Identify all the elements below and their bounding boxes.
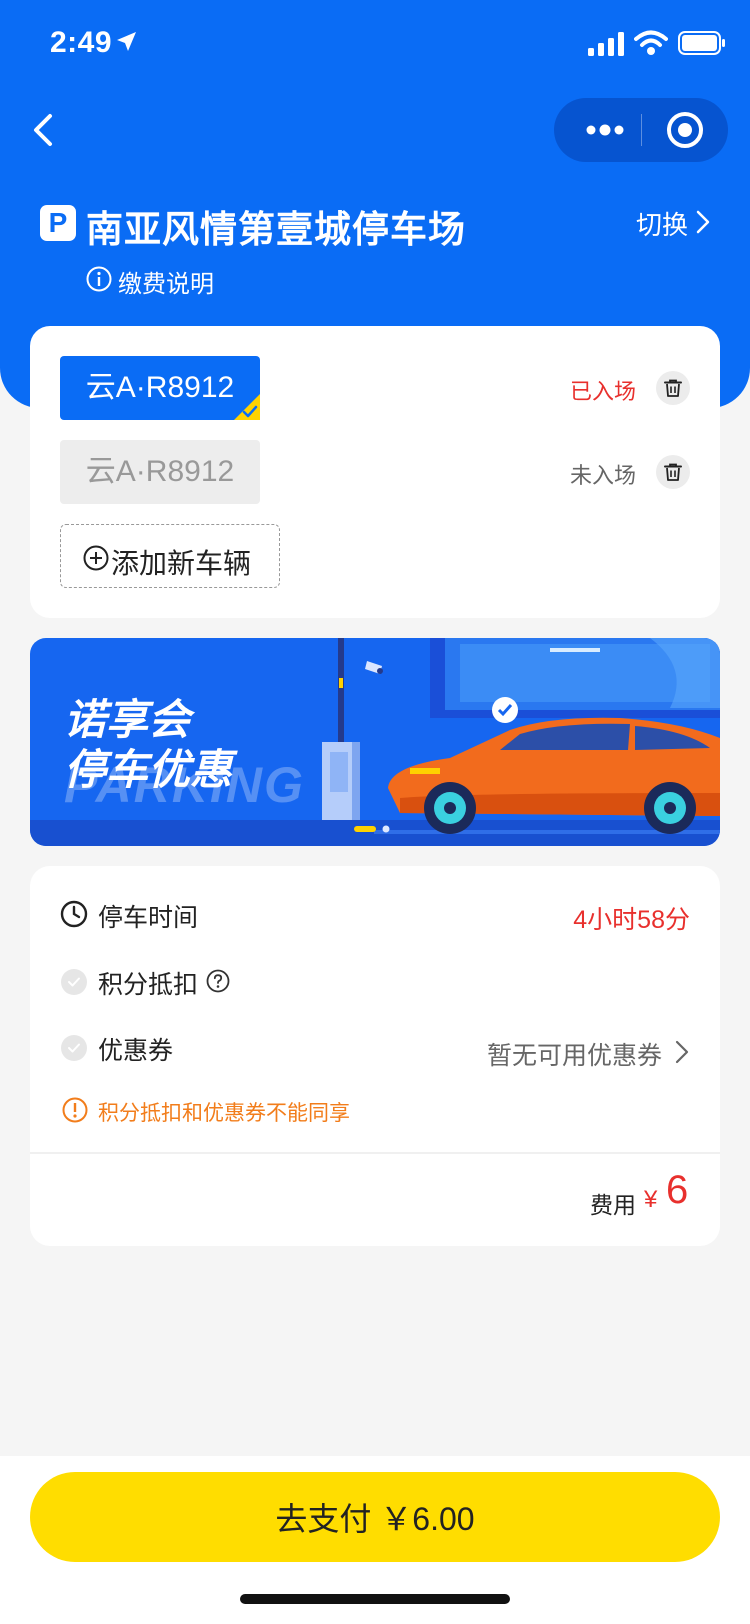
status-time: 2:49	[50, 26, 113, 59]
add-vehicle-label: 添加新车辆	[111, 548, 252, 579]
cellular-signal-icon	[588, 32, 624, 56]
home-indicator	[240, 1594, 510, 1604]
pay-button[interactable]: 去支付 ￥6.00	[30, 1472, 720, 1562]
vehicles-card: 云A·R8912 已入场 云A·R8912 未入场 添加新车辆	[30, 326, 720, 618]
vehicle-status-entered: 已入场	[570, 379, 637, 404]
fee-amount: 6	[666, 1168, 689, 1212]
coupon-label: 优惠券	[98, 1037, 174, 1065]
coupon-value[interactable]: 暂无可用优惠券	[487, 1036, 662, 1072]
delete-vehicle-button[interactable]	[656, 371, 690, 405]
points-deduction-label: 积分抵扣	[98, 971, 199, 999]
location-arrow-icon	[117, 32, 136, 51]
status-bar: 2:49	[0, 0, 750, 90]
delete-vehicle-button[interactable]	[656, 455, 690, 489]
banner-subtitle: 停车优惠	[64, 746, 233, 793]
chevron-right-icon[interactable]	[695, 208, 711, 236]
chevron-right-icon[interactable]	[674, 1039, 690, 1065]
add-vehicle-button[interactable]: 添加新车辆	[60, 524, 280, 588]
back-chevron-icon[interactable]	[28, 110, 58, 150]
fee-currency: ¥	[644, 1186, 658, 1213]
divider	[30, 1152, 720, 1154]
warning-info-icon	[62, 1097, 88, 1123]
parking-lot-name: 南亚风情第壹城停车场	[86, 209, 466, 250]
plate-number: 云A·R8912	[85, 455, 235, 488]
battery-icon	[678, 31, 725, 55]
payment-details-card: 停车时间 4小时58分 积分抵扣 优惠券 暂无可用优惠券 积分抵扣和优惠券不能同…	[30, 866, 720, 1246]
plate-chip-selected[interactable]: 云A·R8912	[60, 356, 260, 420]
wifi-icon	[634, 30, 668, 55]
parking-time-label: 停车时间	[98, 904, 199, 932]
coupon-checkbox-icon[interactable]	[60, 1034, 88, 1062]
plate-chip[interactable]: 云A·R8912	[60, 440, 260, 504]
capsule-divider	[641, 114, 642, 146]
switch-lot-link[interactable]: 切换	[636, 205, 688, 242]
add-circle-icon	[83, 545, 109, 571]
more-dots-icon[interactable]	[580, 118, 630, 142]
carousel-indicator	[354, 825, 390, 833]
discount-notice: 积分抵扣和优惠券不能同享	[98, 1102, 350, 1125]
trash-icon	[664, 463, 682, 481]
bottom-action-bar: 去支付 ￥6.00	[0, 1456, 750, 1624]
plate-number: 云A·R8912	[85, 371, 235, 404]
points-checkbox-icon[interactable]	[60, 968, 88, 996]
selected-check-icon	[234, 394, 260, 420]
fee-instructions-link[interactable]: 缴费说明	[118, 264, 214, 299]
fee-label: 费用	[590, 1192, 636, 1218]
info-icon[interactable]	[86, 266, 112, 292]
mini-program-capsule	[554, 98, 728, 162]
vehicle-status-not-entered: 未入场	[570, 463, 637, 488]
promo-banner[interactable]: PARKING 诺享会 停车优惠	[30, 638, 720, 846]
clock-icon	[60, 900, 88, 928]
parking-p-icon: P	[40, 205, 76, 241]
question-icon[interactable]	[206, 969, 230, 993]
close-target-icon[interactable]	[665, 110, 705, 150]
page: 2:49 P 南亚风情第壹城停车场 切换 缴费说明 云A·R8912 已入场 云…	[0, 0, 750, 1624]
trash-icon	[664, 379, 682, 397]
parking-time-value: 4小时58分	[573, 906, 690, 934]
